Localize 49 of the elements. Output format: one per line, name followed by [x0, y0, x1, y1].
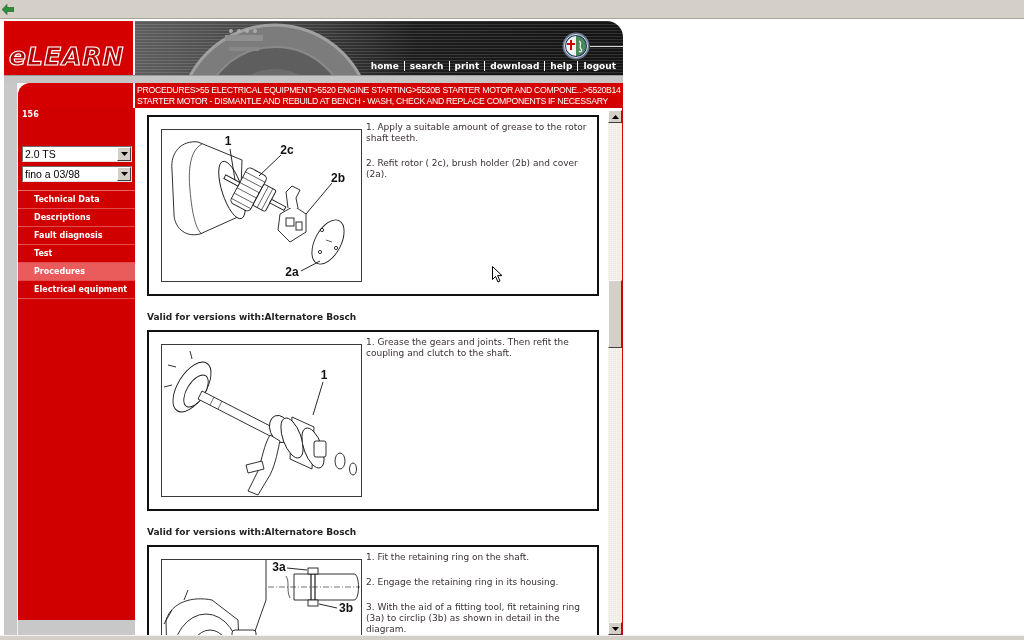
sidebar-menu-item[interactable]: Fault diagnosis [18, 227, 135, 245]
nav-link[interactable]: download [484, 61, 545, 71]
dropdown-button[interactable] [117, 147, 131, 161]
leader-line [258, 154, 282, 177]
breadcrumb-text: PROCEDURES>55 ELECTRICAL EQUIPMENT>5520 ENGINE STARTING>5520B STARTER MOTOR AND COMPONE...>5520B14 [137, 84, 621, 96]
leader-line [229, 148, 236, 181]
dropdown-button[interactable] [117, 167, 131, 181]
callout-label: 2b [331, 171, 345, 185]
section-heading: Valid for versions with:Alternatore Bosch [147, 311, 357, 323]
leader-line [312, 381, 324, 416]
scroll-up-button[interactable] [608, 110, 622, 123]
callout-label: 2c [280, 143, 294, 157]
back-arrow-icon[interactable] [2, 3, 14, 15]
elearn-logo: eLEARN [9, 42, 125, 72]
nav-link[interactable]: help [544, 61, 578, 71]
step-text: 2. Engage the retaining ring in its housing. [366, 577, 560, 588]
up-arrow-icon [611, 114, 619, 119]
nav-link[interactable]: logout [577, 61, 621, 71]
scroll-thumb[interactable] [608, 280, 622, 348]
nav-link[interactable]: print [448, 61, 485, 71]
leader-line [300, 260, 321, 272]
sidebar-menu-item[interactable]: Technical Data [18, 191, 135, 209]
section-heading: Valid for versions with:Alternatore Bosch [147, 526, 357, 538]
step-text: 1. Apply a suitable amount of grease to the rotor shaft teeth. [366, 122, 588, 144]
callout-label: 1 [320, 368, 328, 382]
callout-label: 1 [224, 134, 232, 148]
step-text: 1. Fit the retaining ring on the shaft. [366, 552, 531, 563]
step-text: 2. Refit rotor ( 2c), brush holder (2b) and cover (2a). [366, 158, 579, 180]
sidebar-menu-item[interactable]: Descriptions [18, 209, 135, 227]
sidebar-menu-item[interactable]: Electrical equipment [18, 281, 135, 299]
breadcrumb-text: STARTER MOTOR - DISMANTLE AND REBUILD AT BENCH - WASH, CHECK AND REPLACE COMPONENTS IF NECESSARY [137, 95, 609, 107]
dropdown-select[interactable]: fino a 03/98 [22, 166, 132, 182]
caret-down-icon [120, 172, 128, 176]
step-text: 1. Grease the gears and joints. Then refit the coupling and clutch to the shaft. [366, 337, 570, 359]
caret-down-icon [120, 152, 128, 156]
leader-line [318, 603, 338, 609]
callout-label: 2a [285, 265, 299, 279]
leader-line [305, 182, 333, 215]
scroll-down-button[interactable] [608, 622, 622, 635]
callout-label: 3b [339, 601, 353, 615]
nav-link[interactable]: search [403, 61, 449, 71]
step-text: 3. With the aid of a fitting tool, fit retaining ring (3a) to circlip (3b) as shown in detail in the diagram. [366, 602, 581, 635]
dropdown-select[interactable]: 2.0 TS [22, 146, 132, 162]
callout-label: 3a [272, 560, 286, 574]
nav-link[interactable]: home [365, 61, 404, 71]
leader-line [286, 567, 308, 571]
mouse-pointer-icon [492, 266, 503, 283]
down-arrow-icon [611, 626, 619, 631]
model-name: 156 [21, 109, 39, 120]
